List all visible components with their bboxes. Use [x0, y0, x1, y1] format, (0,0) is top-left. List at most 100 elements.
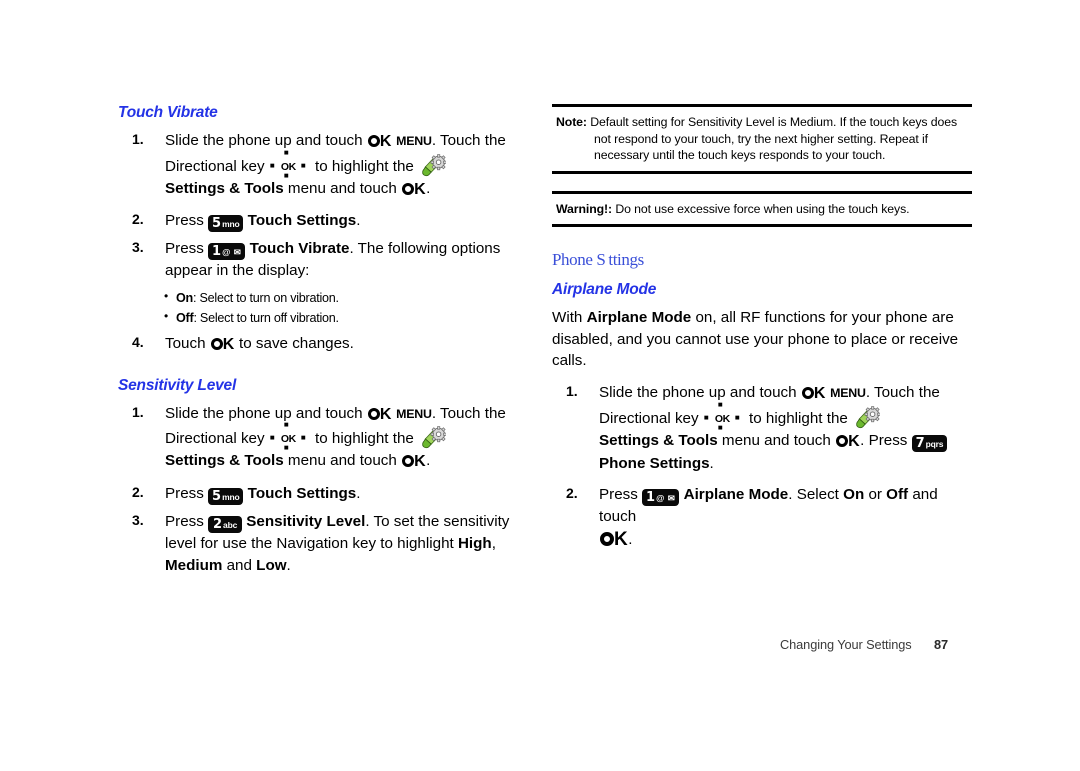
- dkey-right: ■: [300, 433, 306, 443]
- dkey-right: ■: [300, 160, 306, 170]
- keypad-key-5: 5mno: [208, 488, 244, 506]
- end-period: .: [628, 531, 633, 549]
- step-number: 4.: [132, 333, 144, 350]
- ok-circle-icon: [836, 434, 849, 447]
- steps-touch-vibrate-final: 4. Touch K to save changes.: [118, 333, 538, 357]
- step-text-part1: Slide the phone up and touch: [165, 404, 367, 422]
- ok-circle-icon: [210, 337, 223, 350]
- phone-settings-bold: Phone Settings: [599, 455, 710, 473]
- menu-label: MENU: [830, 385, 866, 400]
- note-label: Note:: [556, 115, 587, 129]
- key-digit: 7: [915, 435, 925, 451]
- heading-sensitivity-level: Sensitivity Level: [118, 376, 237, 394]
- keypad-key-1: 1@ ✉: [642, 488, 680, 506]
- keypad-key-2: 2abc: [208, 516, 243, 534]
- step-text-part4: menu and touch: [283, 179, 402, 197]
- dkey-right: ■: [734, 412, 740, 422]
- heading-touch-vibrate: Touch Vibrate: [118, 104, 218, 121]
- directional-key-icon: ■ ■ OK ■ ■: [704, 400, 744, 431]
- step-item: 1. Slide the phone up and touch K MENU. …: [118, 130, 538, 201]
- key-digit: 5: [212, 489, 222, 505]
- note-box: Note: Default setting for Sensitivity Le…: [552, 104, 972, 174]
- option-medium: Medium: [165, 556, 223, 574]
- keypad-key-1: 1@ ✉: [208, 243, 246, 261]
- settings-tools-gear-icon: [420, 426, 447, 450]
- ok-glyph: K: [210, 334, 235, 357]
- ok-glyph: K: [801, 383, 826, 406]
- option-on: On: [843, 485, 865, 503]
- footer-section-label: Changing Your Settings: [780, 637, 912, 652]
- intro-bold: Airplane Mode: [586, 309, 692, 327]
- step-item: 2. Press 1@ ✉ Airplane Mode. Select On o…: [552, 484, 972, 555]
- period: .: [709, 455, 714, 473]
- settings-tools-bold: Settings & Tools: [599, 431, 718, 449]
- heading-airplane-mode: Airplane Mode: [552, 281, 657, 299]
- airplane-mode-intro: With Airplane Mode on, all RF functions …: [552, 307, 972, 372]
- step-text-part4: menu and touch: [717, 431, 836, 449]
- step-number: 2.: [132, 484, 144, 501]
- step-item: 1. Slide the phone up and touch K MENU. …: [552, 382, 972, 475]
- step-text-part2: to save changes.: [234, 334, 354, 352]
- key-letters: pqrs: [925, 438, 944, 449]
- settings-tools-gear-icon: [420, 154, 447, 178]
- step-number: 2.: [132, 211, 144, 228]
- dkey-left: ■: [269, 433, 275, 443]
- option-high: High: [457, 535, 492, 553]
- press-text: Press: [165, 240, 209, 258]
- footer-page-number: 87: [934, 637, 949, 652]
- steps-airplane-mode: 1. Slide the phone up and touch K MENU . …: [552, 382, 972, 555]
- step-tail-b: .: [286, 556, 291, 574]
- menu-label: MENU: [396, 406, 432, 421]
- step-item: 3. Press 1@ ✉ Touch Vibrate. The followi…: [118, 238, 538, 282]
- keypad-key-5: 5mno: [208, 215, 244, 233]
- option-desc: : Select to turn on vibration.: [193, 291, 339, 306]
- step-number: 3.: [132, 239, 144, 256]
- step-item: 2. Press 5mno Touch Settings.: [118, 483, 538, 506]
- or-text: or: [864, 485, 887, 503]
- menu-item-label: Sensitivity Level: [246, 513, 366, 531]
- dkey-up: ■: [283, 147, 289, 157]
- list-item: On: Select to turn on vibration.: [118, 287, 538, 308]
- step-number: 1.: [132, 403, 144, 420]
- step-number: 1.: [566, 382, 578, 399]
- ok-circle-icon: [367, 135, 380, 148]
- warning-box: Warning!: Do not use excessive force whe…: [552, 190, 972, 228]
- key-digit: 1: [212, 244, 222, 260]
- ok-circle-icon: [402, 455, 415, 468]
- settings-tools-bold: Settings & Tools: [165, 452, 284, 470]
- press-text: Press: [165, 212, 209, 230]
- warning-label: Warning!:: [556, 201, 613, 216]
- step-text-part3: to highlight the: [310, 157, 419, 175]
- key-letters: mno: [222, 219, 240, 230]
- ok-glyph: K: [835, 431, 860, 454]
- step-text-part1: Touch: [165, 334, 210, 352]
- step-mid: . Select: [788, 485, 844, 503]
- menu-item-label: Airplane Mode: [683, 485, 789, 503]
- option-desc: : Select to turn off vibration.: [193, 311, 339, 326]
- menu-item-label: Touch Vibrate: [249, 240, 350, 258]
- option-off: Off: [886, 485, 909, 503]
- step-number: 3.: [132, 512, 144, 529]
- ok-circle-icon: [801, 386, 814, 399]
- step-text-part1: Slide the phone up and touch: [599, 383, 801, 401]
- step-tail: .: [356, 485, 361, 503]
- step-number: 1.: [132, 131, 144, 148]
- key-letters: @ ✉: [656, 492, 676, 503]
- ok-glyph: K: [599, 527, 628, 554]
- key-letters: abc: [223, 520, 238, 531]
- menu-label: MENU: [396, 134, 432, 149]
- dkey-up: ■: [283, 420, 289, 430]
- menu-item-label: Touch Settings: [247, 212, 357, 230]
- intro-part1: With: [552, 309, 587, 327]
- option-low: Low: [256, 556, 287, 574]
- step-item: 2. Press 5mno Touch Settings.: [118, 210, 538, 233]
- step-text-part3: to highlight the: [744, 409, 853, 427]
- sep: ,: [491, 535, 496, 553]
- key-digit: 2: [213, 517, 223, 533]
- step-item: 3. Press 2abc Sensitivity Level. To set …: [118, 511, 538, 576]
- key-letters: @ ✉: [222, 247, 242, 258]
- step-item: 4. Touch K to save changes.: [118, 333, 538, 357]
- option-term: On: [176, 291, 193, 306]
- sep: and: [222, 556, 257, 574]
- dkey-left: ■: [269, 160, 275, 170]
